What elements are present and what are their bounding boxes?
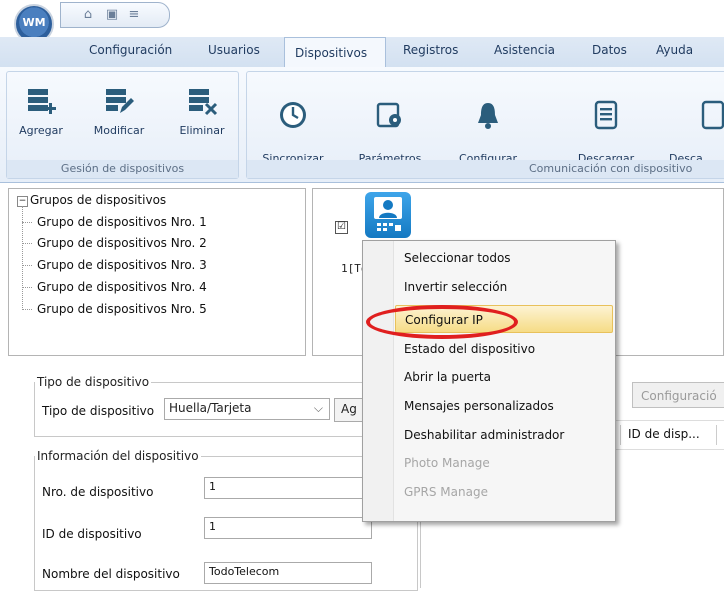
configuration-button[interactable]: Configuració	[632, 382, 724, 408]
tree-connector	[22, 265, 32, 266]
device-context-menu: Seleccionar todos Invertir selección Con…	[362, 240, 616, 522]
menu-item-disable-admin[interactable]: Deshabilitar administrador	[395, 421, 613, 449]
grid-column-divider	[620, 425, 621, 445]
add-device-icon	[28, 89, 56, 114]
home-icon[interactable]: ⌂	[81, 8, 95, 22]
device-group-tree: − Grupos de dispositivos Grupo de dispos…	[8, 188, 306, 356]
edit-device-label: Modificar	[93, 124, 145, 137]
ribbon-tab-strip: Configuración Usuarios Dispositivos Regi…	[0, 37, 724, 68]
device-number-input[interactable]: 1	[204, 477, 372, 499]
device-type-label: Tipo de dispositivo	[42, 404, 155, 418]
menu-item-select-all[interactable]: Seleccionar todos	[395, 244, 613, 272]
download-records-icon	[594, 100, 618, 130]
tree-item-group-2[interactable]: Grupo de dispositivos Nro. 2	[37, 236, 207, 250]
tab-asistencia[interactable]: Asistencia	[494, 43, 555, 57]
grid-column-divider	[716, 425, 717, 445]
menu-item-gprs-manage: GPRS Manage	[404, 485, 488, 499]
chevron-down-icon: ⌵	[313, 401, 323, 415]
delete-device-icon	[189, 89, 218, 116]
add-device-button[interactable]: Agregar	[13, 72, 69, 138]
tree-connector	[22, 243, 32, 244]
tab-ayuda[interactable]: Ayuda	[656, 43, 693, 57]
ribbon-group-label-text: Comunicación con dispositivo	[529, 162, 693, 175]
edit-device-icon	[106, 89, 134, 113]
quick-access-toolbar: ⌂ ▣ ≡	[60, 2, 170, 28]
edit-device-button[interactable]: Modificar	[89, 72, 149, 138]
device-id-input[interactable]: 1	[204, 517, 372, 539]
download-all-icon	[701, 100, 724, 130]
tree-item-group-3[interactable]: Grupo de dispositivos Nro. 3	[37, 258, 207, 272]
menu-item-photo-manage: Photo Manage	[404, 456, 490, 470]
app-logo-text: WM	[22, 16, 46, 29]
bell-icon	[478, 103, 498, 129]
tab-usuarios[interactable]: Usuarios	[208, 43, 260, 57]
delete-device-button[interactable]: Eliminar	[171, 72, 233, 138]
tab-datos[interactable]: Datos	[592, 43, 627, 57]
grid-column-device-id[interactable]: ID de disp...	[628, 427, 700, 441]
tree-item-group-4[interactable]: Grupo de dispositivos Nro. 4	[37, 280, 207, 294]
menu-item-device-status[interactable]: Estado del dispositivo	[395, 335, 613, 363]
device-terminal-icon[interactable]	[365, 192, 411, 238]
ribbon: Agregar Modificar Eliminar Gesión de dis…	[0, 67, 724, 183]
ribbon-group-device-communication: Sincronizar fecha y hora Parámetros del …	[246, 71, 724, 179]
clock-icon	[280, 102, 306, 128]
menu-item-custom-messages[interactable]: Mensajes personalizados	[395, 392, 613, 420]
device-number-label: Nro. de dispositivo	[42, 485, 154, 499]
tree-root-device-groups[interactable]: Grupos de dispositivos	[30, 193, 166, 207]
customize-toolbar-icon[interactable]: ≡	[127, 8, 141, 22]
menu-item-open-door[interactable]: Abrir la puerta	[395, 363, 613, 391]
device-name-label: Nombre del dispositivo	[42, 567, 180, 581]
delete-device-label: Eliminar	[179, 124, 225, 137]
tree-connector	[22, 222, 32, 223]
device-params-icon	[376, 102, 401, 128]
ribbon-group-device-management: Agregar Modificar Eliminar Gesión de dis…	[6, 71, 239, 179]
tree-item-group-1[interactable]: Grupo de dispositivos Nro. 1	[37, 215, 207, 229]
tab-registros[interactable]: Registros	[403, 43, 458, 57]
highlight-ring-annotation	[366, 305, 518, 339]
device-id-label: ID de dispositivo	[42, 527, 142, 541]
device-name-input[interactable]: TodoTelecom	[204, 562, 372, 584]
device-checkbox[interactable]: ☑	[335, 221, 348, 234]
device-type-select[interactable]: Huella/Tarjeta ⌵	[164, 398, 330, 420]
tab-configuracion[interactable]: Configuración	[89, 43, 172, 57]
context-menu-gutter	[363, 241, 394, 521]
ribbon-group-label: Comunicación con dispositivo	[247, 160, 724, 178]
menu-item-invert-selection[interactable]: Invertir selección	[395, 273, 613, 301]
device-type-value: Huella/Tarjeta	[169, 401, 252, 415]
device-type-legend: Tipo de dispositivo	[37, 375, 150, 389]
tab-dispositivos[interactable]: Dispositivos	[284, 37, 386, 67]
tree-item-group-5[interactable]: Grupo de dispositivos Nro. 5	[37, 302, 207, 316]
device-terminal-graphic	[374, 197, 402, 231]
tree-connector	[22, 287, 32, 288]
device-info-legend: Información del dispositivo	[37, 449, 199, 463]
app-switch-icon[interactable]: ▣	[105, 8, 119, 22]
ribbon-group-label: Gesión de dispositivos	[7, 160, 238, 178]
tree-connector	[22, 309, 32, 310]
add-device-label: Agregar	[19, 124, 63, 137]
